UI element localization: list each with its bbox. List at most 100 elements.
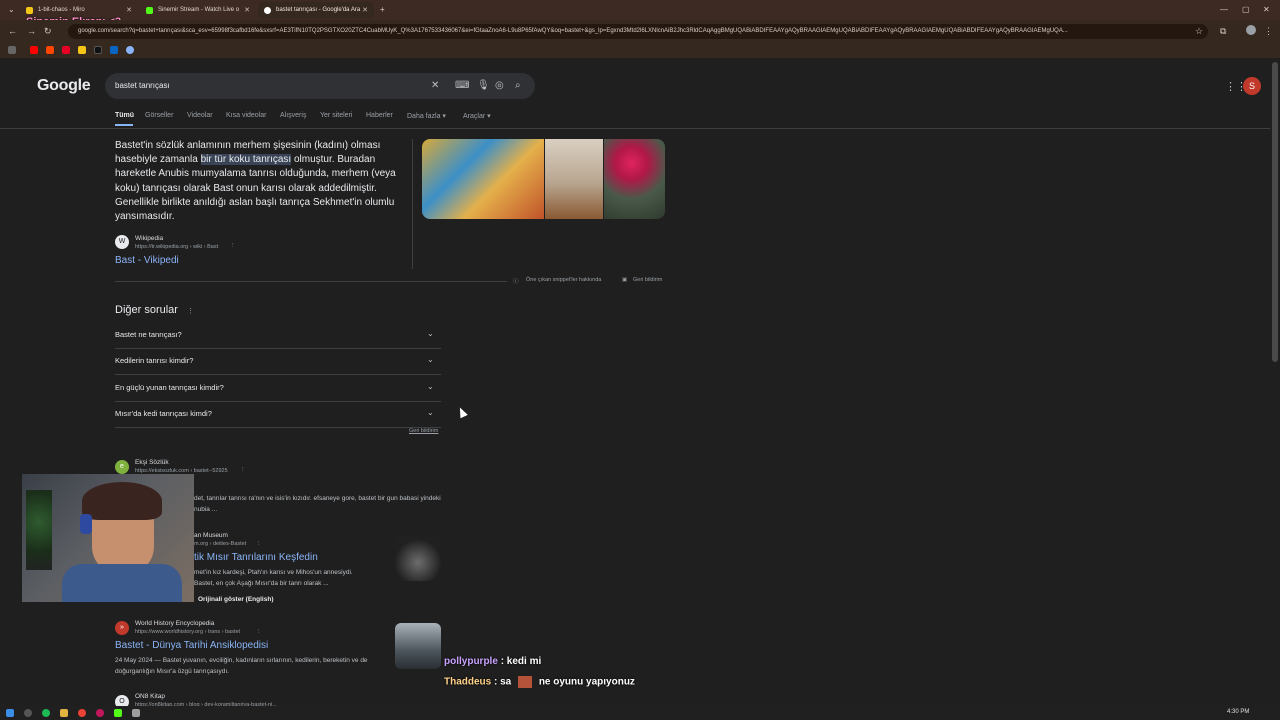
new-tab-button[interactable]: + <box>380 5 385 14</box>
webcam-overlay <box>22 474 194 602</box>
back-icon[interactable]: ← <box>8 26 17 36</box>
spotify-taskbar-icon[interactable] <box>42 709 50 717</box>
tab-web[interactable]: Yer siteleri <box>320 112 352 119</box>
extensions-icon[interactable]: ⧉ <box>1220 26 1226 37</box>
chat-message: Thaddeus : sa ne oyunu yapıyonuz <box>444 676 635 688</box>
page-scrollbar[interactable] <box>1272 62 1278 362</box>
kick-favicon-icon <box>146 6 153 14</box>
show-original-link[interactable]: Orijinali göster (English) <box>198 594 273 605</box>
microphone-icon[interactable]: 🎙 <box>477 80 490 91</box>
maximize-icon[interactable]: ▢ <box>1242 5 1250 14</box>
chat-text: : sa <box>494 676 512 688</box>
chat-text: : kedi mi <box>500 656 542 667</box>
minimize-icon[interactable]: — <box>1220 5 1228 14</box>
reddit-bookmark-icon[interactable] <box>46 46 54 54</box>
pinterest-bookmark-icon[interactable] <box>62 46 70 54</box>
browser-tab-google[interactable]: bastet tanrıçası - Google'da Ara ✕ <box>258 2 374 18</box>
result-url[interactable]: https://tr.wikipedia.org › wiki › Bast <box>135 244 218 250</box>
result-url[interactable]: m.org › deities-Bastet <box>194 541 246 547</box>
reload-icon[interactable]: ↻ <box>44 26 52 37</box>
keyboard-icon[interactable]: ⌨ <box>455 80 469 91</box>
youtube-bookmark-icon[interactable] <box>30 46 38 54</box>
file-explorer-icon[interactable] <box>60 709 68 717</box>
profile-icon[interactable] <box>1246 25 1256 35</box>
paa-options-icon[interactable]: ⋮ <box>187 307 194 315</box>
result-source-name[interactable]: Wikipedia <box>135 235 163 242</box>
result-source-name[interactable]: an Museum <box>194 532 228 539</box>
result-thumbnail-image[interactable] <box>395 535 441 581</box>
result-options-icon[interactable]: ⋮ <box>256 629 262 635</box>
chat-message: pollypurple : kedi mi <box>444 656 541 667</box>
chevron-down-icon[interactable]: ⌄ <box>427 355 434 364</box>
obs-taskbar-icon[interactable] <box>132 709 140 717</box>
menu-icon[interactable]: ⋮ <box>1264 26 1273 37</box>
bookmark-star-icon[interactable]: ☆ <box>1195 26 1203 37</box>
result-thumbnail-image[interactable] <box>395 623 441 669</box>
result-options-icon[interactable]: ⋮ <box>230 243 236 249</box>
close-tab-icon[interactable]: ✕ <box>244 6 250 14</box>
browser-tab-kick[interactable]: Sinemir Stream - Watch Live o ✕ <box>140 2 256 18</box>
snippet-feedback-link[interactable]: Geri bildirim <box>633 277 662 283</box>
search-input[interactable]: bastet tanrıçası <box>115 81 170 90</box>
app-taskbar-icon[interactable] <box>96 709 104 717</box>
miro-favicon-icon <box>26 6 33 14</box>
close-window-icon[interactable]: ✕ <box>1263 5 1270 14</box>
search-icon[interactable]: ⌕ <box>515 80 521 91</box>
tab-all[interactable]: Tümü <box>115 112 134 119</box>
result-options-icon[interactable]: ⋮ <box>240 467 246 473</box>
feedback-icon: ▣ <box>622 277 628 283</box>
snippet-about-link[interactable]: Öne çıkan snippet'ler hakkında <box>526 277 601 283</box>
streamer-hair <box>82 482 162 520</box>
tiktok-bookmark-icon[interactable] <box>94 46 102 54</box>
tab-news[interactable]: Haberler <box>366 112 393 119</box>
result-source-name[interactable]: ON8 Kitap <box>135 693 165 700</box>
apps-bookmark-icon[interactable] <box>8 46 16 54</box>
windows-taskbar <box>0 706 1280 720</box>
account-avatar[interactable]: S <box>1243 77 1261 95</box>
chrome-taskbar-icon[interactable] <box>78 709 86 717</box>
address-bar[interactable]: google.com/search?q=bastet+tanrıçası&sca… <box>68 24 1208 39</box>
windows-start-icon[interactable] <box>6 709 14 717</box>
close-tab-icon[interactable]: ✕ <box>362 6 368 14</box>
linkedin-bookmark-icon[interactable] <box>110 46 118 54</box>
forward-icon[interactable]: → <box>27 26 36 36</box>
result-options-icon[interactable]: ⋮ <box>256 541 262 547</box>
chevron-down-icon[interactable]: ⌄ <box>427 382 434 391</box>
close-tab-icon[interactable]: ✕ <box>126 6 132 14</box>
chevron-down-icon[interactable]: ⌄ <box>427 408 434 417</box>
kick-taskbar-icon[interactable] <box>114 709 122 717</box>
tab-short-videos[interactable]: Kısa videolar <box>226 112 266 119</box>
google-logo[interactable]: Google <box>37 77 91 95</box>
result-source-name[interactable]: World History Encyclopedia <box>135 620 214 627</box>
worldhistory-favicon-icon: » <box>115 621 129 635</box>
tab-images[interactable]: Görseller <box>145 112 173 119</box>
paa-question[interactable]: Kedilerin tanrısı kimdir? <box>115 356 193 365</box>
bastet-art-image[interactable] <box>604 139 665 219</box>
paa-question[interactable]: Mısır'da kedi tanrıçası kimdi? <box>115 409 212 418</box>
tab-videos[interactable]: Videolar <box>187 112 213 119</box>
gemini-bookmark-icon[interactable] <box>126 46 134 54</box>
miro-bookmark-icon[interactable] <box>78 46 86 54</box>
result-title-link[interactable]: Bast - Vikipedi <box>115 255 179 266</box>
paa-feedback-link[interactable]: Geri bildirim <box>409 428 438 434</box>
tab-tools[interactable]: Araçlar ▾ <box>463 112 491 120</box>
google-favicon-icon <box>264 6 271 14</box>
lens-icon[interactable]: ◎ <box>495 80 504 91</box>
bastet-painting-image[interactable] <box>422 139 544 219</box>
result-url[interactable]: https://www.worldhistory.org › trans › b… <box>135 629 240 635</box>
clear-search-icon[interactable]: ✕ <box>431 80 439 91</box>
result-title-link[interactable]: tik Mısır Tanrılarını Keşfedin <box>194 552 318 563</box>
tabs-divider <box>0 128 1270 129</box>
paa-question[interactable]: En güçlü yunan tanrıçası kimdir? <box>115 383 224 392</box>
tab-search-icon[interactable]: ⌄ <box>8 5 15 14</box>
streamer-shirt <box>62 564 182 602</box>
result-title-link[interactable]: Bastet - Dünya Tarihi Ansiklopedisi <box>115 640 268 651</box>
paa-question[interactable]: Bastet ne tanrıçası? <box>115 330 182 339</box>
tab-more[interactable]: Daha fazla ▾ <box>407 112 446 120</box>
info-icon: ⓘ <box>513 279 519 285</box>
result-source-name[interactable]: Ekşi Sözlük <box>135 459 169 466</box>
tab-shopping[interactable]: Alışveriş <box>280 112 306 119</box>
chevron-down-icon[interactable]: ⌄ <box>427 329 434 338</box>
search-taskbar-icon[interactable] <box>24 709 32 717</box>
bastet-statue-image[interactable] <box>545 139 603 219</box>
